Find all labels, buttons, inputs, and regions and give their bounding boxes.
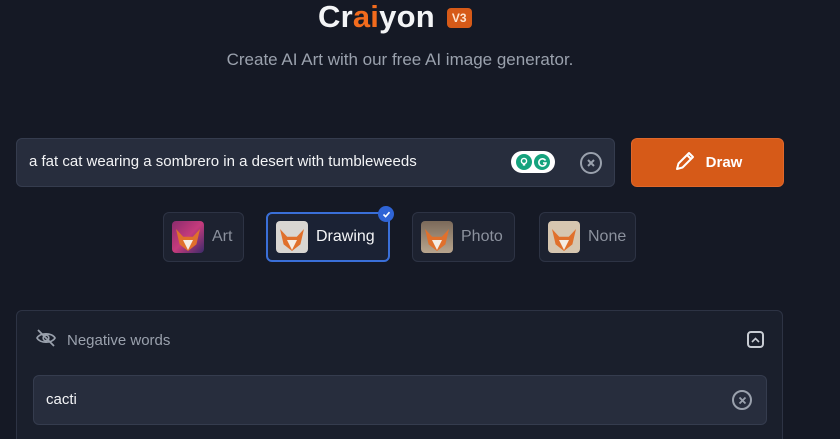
drawing-thumbnail xyxy=(276,221,308,253)
style-option-art[interactable]: Art xyxy=(163,212,244,262)
draw-button[interactable]: Draw xyxy=(631,138,784,187)
prompt-box: a fat cat wearing a sombrero in a desert… xyxy=(16,138,615,187)
chevron-up-icon[interactable] xyxy=(747,331,764,348)
negative-words-title: Negative words xyxy=(67,331,171,349)
style-label: Art xyxy=(212,228,233,245)
art-thumbnail xyxy=(172,221,204,253)
negative-words-box: cacti xyxy=(33,375,767,425)
pencil-icon xyxy=(673,149,697,177)
draw-button-label: Draw xyxy=(705,154,743,171)
photo-thumbnail xyxy=(421,221,453,253)
style-label: None xyxy=(588,228,627,245)
style-label: Photo xyxy=(461,228,503,245)
style-label: Drawing xyxy=(316,228,375,245)
style-option-none[interactable]: None xyxy=(539,212,636,262)
craiyon-page: Craiyon V3 Create AI Art with our free A… xyxy=(0,0,840,439)
close-circle-icon[interactable] xyxy=(732,390,752,410)
negative-words-panel: Negative words cacti xyxy=(16,310,783,439)
eye-off-icon xyxy=(35,328,57,352)
craiyon-logo[interactable]: Craiyon V3 xyxy=(318,0,472,34)
negative-words-header: Negative words xyxy=(35,329,170,351)
grammarly-icon xyxy=(534,154,550,170)
bulb-icon xyxy=(516,154,532,170)
grammarly-badge[interactable] xyxy=(511,151,555,173)
prompt-input[interactable]: a fat cat wearing a sombrero in a desert… xyxy=(29,153,499,170)
none-thumbnail xyxy=(548,221,580,253)
logo-text: Craiyon xyxy=(318,0,435,34)
version-badge: V3 xyxy=(446,8,472,28)
close-circle-icon[interactable] xyxy=(580,152,602,174)
page-subtitle: Create AI Art with our free AI image gen… xyxy=(226,50,574,69)
style-option-drawing[interactable]: Drawing xyxy=(266,206,394,262)
check-icon xyxy=(378,206,394,222)
negative-words-input[interactable]: cacti xyxy=(46,391,646,408)
style-option-photo[interactable]: Photo xyxy=(412,212,515,262)
